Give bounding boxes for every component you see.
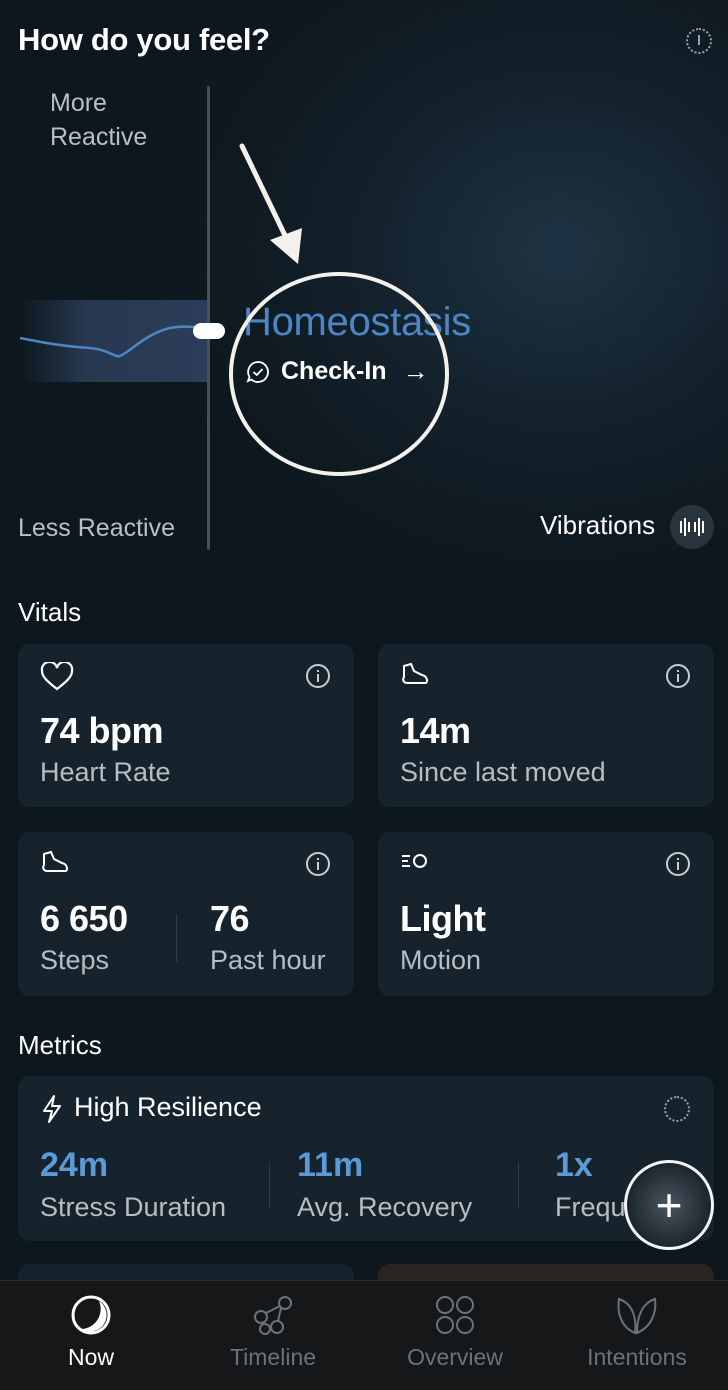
last-moved-card[interactable]: 14m Since last moved: [378, 644, 714, 807]
nav-label: Intentions: [587, 1344, 687, 1370]
avg-recovery-label: Avg. Recovery: [297, 1192, 473, 1222]
page-title: How do you feel?: [18, 22, 270, 57]
checkin-button[interactable]: Check-In →: [245, 356, 429, 387]
timeline-icon: [254, 1296, 292, 1335]
heart-rate-label: Heart Rate: [40, 757, 171, 787]
steps-card[interactable]: 6 650 Steps 76 Past hour: [18, 832, 354, 996]
chat-check-icon: [246, 360, 269, 383]
metrics-title: Metrics: [18, 1030, 102, 1060]
nav-label: Overview: [407, 1344, 503, 1370]
motion-value: Light: [400, 898, 486, 939]
past-hour-label: Past hour: [210, 945, 326, 975]
pointer-arrow-icon: [239, 143, 302, 264]
last-moved-label: Since last moved: [400, 757, 606, 787]
past-hour-value: 76: [210, 898, 250, 939]
vibrations-button[interactable]: [670, 505, 714, 549]
motion-card[interactable]: Light Motion: [378, 832, 714, 996]
nav-now[interactable]: Now: [0, 1281, 182, 1390]
leaf-icon: [617, 1297, 657, 1335]
steps-value: 6 650: [40, 898, 128, 939]
reactivity-axis: [207, 86, 210, 550]
steps-label: Steps: [40, 945, 110, 975]
shoe-icon: [402, 662, 428, 684]
heart-rate-card[interactable]: 74 bpm Heart Rate: [18, 644, 354, 807]
motion-label: Motion: [400, 945, 482, 975]
shoe-icon: [42, 850, 68, 872]
stress-duration-label: Stress Duration: [40, 1192, 227, 1222]
frequency-value: 1x: [555, 1146, 593, 1184]
current-state-marker: [193, 323, 225, 339]
moon-icon: [71, 1295, 111, 1335]
frequency-label: Frequ: [555, 1192, 626, 1222]
heart-icon: [40, 662, 74, 691]
info-icon[interactable]: [306, 852, 330, 876]
dotted-info-icon[interactable]: [664, 1096, 690, 1122]
dotted-info-icon[interactable]: [686, 28, 712, 54]
resilience-title: High Resilience: [74, 1092, 262, 1122]
nav-label: Timeline: [229, 1344, 317, 1370]
grid-icon: [436, 1296, 474, 1334]
heart-rate-value: 74 bpm: [40, 710, 164, 751]
nav-label: Now: [67, 1344, 114, 1370]
last-moved-value: 14m: [400, 710, 471, 751]
state-name: Homeostasis: [243, 300, 471, 344]
nav-intentions[interactable]: Intentions: [546, 1281, 728, 1390]
more-reactive-label: More Reactive: [50, 89, 148, 151]
checkin-label: Check-In: [281, 357, 387, 385]
nav-timeline[interactable]: Timeline: [182, 1281, 364, 1390]
add-button[interactable]: +: [624, 1160, 714, 1250]
resilience-card[interactable]: High Resilience 24m Stress Duration 11m …: [18, 1076, 714, 1241]
divider: [269, 1162, 270, 1208]
lightning-icon: [43, 1095, 61, 1123]
info-icon[interactable]: [666, 664, 690, 688]
bottom-nav: Now Timeline Overview Intentions: [0, 1280, 728, 1390]
less-reactive-label: Less Reactive: [18, 514, 176, 542]
divider: [176, 914, 177, 962]
info-icon[interactable]: [666, 852, 690, 876]
motion-icon: [402, 854, 427, 868]
avg-recovery-value: 11m: [297, 1146, 364, 1184]
vibration-icon: [680, 518, 704, 536]
stress-duration-value: 24m: [40, 1146, 109, 1184]
nav-overview[interactable]: Overview: [364, 1281, 546, 1390]
vibrations-label: Vibrations: [540, 510, 656, 540]
divider: [518, 1162, 519, 1208]
vitals-title: Vitals: [18, 597, 82, 627]
info-icon[interactable]: [306, 664, 330, 688]
arrow-right-icon: →: [402, 356, 429, 386]
reactivity-wave: [20, 325, 208, 358]
